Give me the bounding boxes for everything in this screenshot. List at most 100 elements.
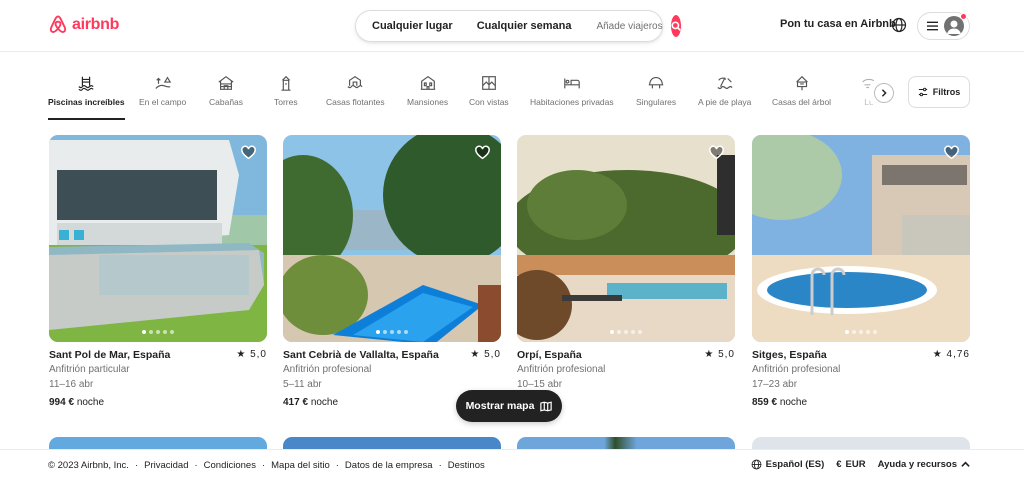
category-beachfront[interactable]: A pie de playa	[698, 74, 751, 120]
listing-photo[interactable]	[517, 135, 735, 342]
footer-settings: Español (ES) € EUR Ayuda y recursos	[751, 459, 970, 470]
houseboat-icon	[347, 75, 363, 89]
host-link[interactable]: Pon tu casa en Airbnb	[780, 18, 896, 30]
help-label: Ayuda y recursos	[877, 459, 957, 470]
filters-button[interactable]: Filtros	[908, 76, 970, 108]
categories-next-button[interactable]	[874, 83, 894, 103]
category-towers[interactable]: Torres	[274, 74, 298, 120]
logo-text: airbnb	[72, 15, 120, 33]
category-label: Casas flotantes	[326, 97, 385, 107]
category-label: Torres	[274, 97, 298, 107]
category-mansions[interactable]: Mansiones	[407, 74, 448, 120]
category-label: En el campo	[139, 97, 187, 107]
category-label: Mansiones	[407, 97, 449, 107]
show-map-label: Mostrar mapa	[465, 400, 535, 412]
search-bar[interactable]: Cualquier lugar Cualquier semana Añade v…	[355, 10, 681, 42]
language-label: Español (ES)	[765, 459, 825, 470]
category-label: A pie de playa	[698, 97, 752, 107]
category-countryside[interactable]: En el campo	[139, 74, 186, 120]
listing-photo-partial[interactable]	[517, 437, 735, 449]
listing-dates: 11–16 abr	[49, 379, 94, 390]
listing-photo[interactable]	[752, 135, 970, 342]
search-button[interactable]	[670, 15, 681, 37]
currency-symbol: €	[836, 459, 842, 470]
search-week[interactable]: Cualquier semana	[465, 20, 584, 32]
bed-icon	[564, 78, 580, 89]
category-label: Lu	[864, 97, 874, 107]
copyright: © 2023 Airbnb, Inc.	[48, 460, 129, 471]
category-pool[interactable]: Piscinas increíbles	[48, 74, 125, 120]
category-bar: Piscinas increíbles En el campo Cabañas …	[48, 74, 900, 120]
listing-photo-partial[interactable]	[283, 437, 501, 449]
separator: ·	[438, 460, 442, 471]
listing-photo[interactable]	[49, 135, 267, 342]
heart-icon[interactable]	[240, 145, 257, 160]
heart-icon[interactable]	[474, 145, 491, 160]
listing-photo-partial[interactable]	[752, 437, 970, 449]
help-resources-button[interactable]: Ayuda y recursos	[878, 459, 970, 470]
views-icon	[481, 76, 496, 90]
listing-title: Sant Cebrià de Vallalta, España	[283, 349, 439, 361]
footer-link-destinations[interactable]: Destinos	[448, 460, 485, 471]
sliders-icon	[918, 87, 927, 97]
heart-icon[interactable]	[943, 145, 960, 160]
photo-dots	[517, 330, 735, 334]
search-icon	[671, 21, 681, 31]
currency-label: EUR	[845, 459, 866, 470]
listing-dates: 17–23 abr	[752, 379, 798, 390]
footer: © 2023 Airbnb, Inc. · Privacidad · Condi…	[0, 449, 1024, 479]
category-unique[interactable]: Singulares	[636, 74, 676, 120]
listing-dates: 10–15 abr	[517, 379, 563, 390]
beach-icon	[717, 77, 733, 90]
listing-photo[interactable]	[283, 135, 501, 342]
language-selector[interactable]: Español (ES)	[751, 459, 825, 470]
separator: ·	[261, 460, 266, 471]
listing-rating: ★ 4,76	[932, 349, 970, 360]
photo-dots	[283, 330, 501, 334]
currency-selector[interactable]: € EUR	[836, 459, 865, 470]
listing-rating: ★ 5,0	[470, 349, 501, 360]
listing-price: 859 € noche	[752, 397, 808, 408]
footer-link-sitemap[interactable]: Mapa del sitio	[271, 460, 330, 471]
airbnb-logo[interactable]: airbnb	[48, 14, 119, 35]
listing-photo-partial[interactable]	[49, 437, 267, 449]
map-icon	[540, 400, 553, 412]
separator: ·	[134, 460, 139, 471]
globe-icon	[751, 459, 762, 470]
category-label: Piscinas increíbles	[48, 97, 125, 107]
category-label: Habitaciones privadas	[530, 97, 614, 107]
footer-link-terms[interactable]: Condiciones	[204, 460, 256, 471]
treehouse-icon	[795, 75, 808, 91]
listing-card[interactable]: Sitges, España ★ 4,76 Anfitrión profesio…	[752, 135, 970, 408]
pool-icon	[78, 76, 94, 91]
category-views[interactable]: Con vistas	[469, 74, 509, 120]
countryside-icon	[155, 76, 171, 89]
notification-dot	[960, 13, 967, 20]
search-location[interactable]: Cualquier lugar	[356, 20, 465, 32]
category-houseboats[interactable]: Casas flotantes	[326, 74, 385, 120]
tower-icon	[281, 75, 291, 91]
cabin-icon	[218, 75, 234, 90]
globe-icon[interactable]	[891, 17, 907, 33]
heart-icon[interactable]	[708, 145, 725, 160]
menu-icon	[927, 21, 938, 31]
search-guests[interactable]: Añade viajeros	[583, 21, 670, 32]
listing-dates: 5–11 abr	[283, 379, 322, 390]
photo-dots	[752, 330, 970, 334]
listing-card[interactable]: Sant Cebrià de Vallalta, España ★ 5,0 An…	[283, 135, 501, 408]
category-treehouses[interactable]: Casas del árbol	[772, 74, 831, 120]
category-private-rooms[interactable]: Habitaciones privadas	[530, 74, 614, 120]
category-label: Casas del árbol	[772, 97, 832, 107]
listing-card[interactable]: Sant Pol de Mar, España ★ 5,0 Anfitrión …	[49, 135, 267, 408]
footer-link-privacy[interactable]: Privacidad	[144, 460, 188, 471]
listing-price: 994 € noche	[49, 397, 105, 408]
photo-dots	[49, 330, 267, 334]
chevron-right-icon	[881, 89, 887, 97]
footer-link-company[interactable]: Datos de la empresa	[345, 460, 433, 471]
listing-card[interactable]: Orpí, España ★ 5,0 Anfitrión profesional…	[517, 135, 735, 408]
category-label: Cabañas	[209, 97, 244, 107]
show-map-button[interactable]: Mostrar mapa	[456, 390, 562, 422]
category-cabins[interactable]: Cabañas	[209, 74, 243, 120]
top-header: airbnb Cualquier lugar Cualquier semana …	[0, 0, 1024, 52]
chevron-up-icon	[961, 461, 970, 467]
